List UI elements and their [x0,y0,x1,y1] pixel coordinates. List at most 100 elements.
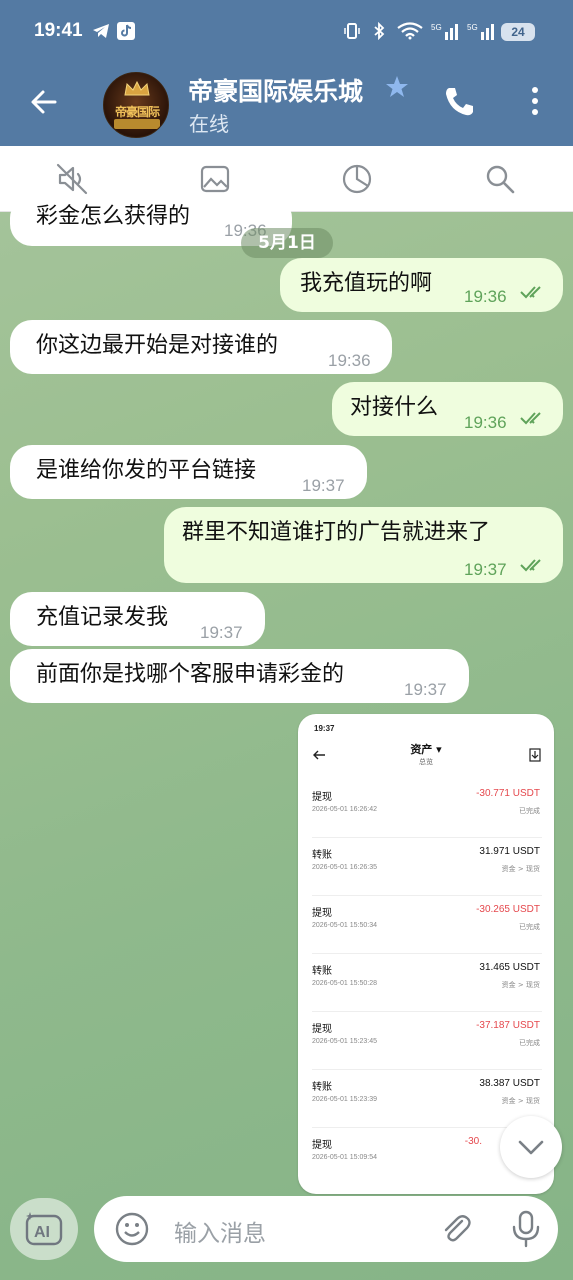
record-row: 提现 2026-05-01 15:50:34 -30.265 USDT 已完成 [312,896,542,954]
record-note: 已完成 [519,807,540,815]
record-type: 转账 [312,1082,332,1093]
message-text: 充值记录发我 [36,605,169,630]
record-amount: -30.265 USDT [476,904,540,915]
chat-title[interactable]: 帝豪国际娱乐城 [188,72,380,108]
record-note: 资金 > 现货 [501,981,540,989]
record-note: 已完成 [519,923,540,931]
message-outgoing[interactable]: 群里不知道谁打的广告就进来了 19:37 [164,507,563,583]
record-amount: 31.465 USDT [479,962,540,973]
record-time: 2026-05-01 15:09:54 [312,1154,377,1161]
record-amount: -37.187 USDT [476,1020,540,1031]
message-text: 是谁给你发的平台链接 [36,458,257,483]
signal-5g-icon: 5G [431,23,458,40]
message-text: 前面你是找哪个客服申请彩金的 [36,662,345,687]
chevron-down-icon [518,1140,544,1155]
ai-icon: AI [25,1212,63,1246]
message-outgoing[interactable]: 我充值玩的啊 19:36 [280,258,563,312]
record-note: 资金 > 现货 [501,1097,540,1105]
double-check-icon [520,559,541,572]
record-time: 2026-05-01 15:23:39 [312,1096,377,1103]
message-incoming[interactable]: 是谁给你发的平台链接 19:37 [10,445,367,499]
record-amount: -30.771 USDT [476,788,540,799]
media-icon[interactable] [197,161,233,197]
record-row: 转账 2026-05-01 16:26:35 31.971 USDT 资金 > … [312,838,542,896]
signal-5g-icon-2: 5G [467,23,494,40]
record-amount: 38.387 USDT [479,1078,540,1089]
message-text: 你这边最开始是对接谁的 [36,333,279,358]
tiktok-icon [117,22,135,40]
message-text: 彩金怎么获得的 [36,204,191,229]
vibrate-icon [344,23,360,39]
more-vertical-icon[interactable] [526,84,544,120]
message-incoming[interactable]: 前面你是找哪个客服申请彩金的 19:37 [10,649,469,703]
message-time: 19:36 [464,413,507,432]
svg-text:5G: 5G [431,23,442,32]
scroll-down-button[interactable] [500,1116,562,1178]
record-type: 提现 [312,908,332,919]
message-outgoing[interactable]: 对接什么 19:36 [332,382,563,436]
message-incoming[interactable]: 充值记录发我 19:37 [10,592,265,646]
message-time: 19:37 [302,476,345,495]
message-text: 我充值玩的啊 [300,271,433,296]
chat-header: 帝豪国际 帝豪国际娱乐城 在线 [0,64,573,146]
record-type: 提现 [312,792,332,803]
svg-text:AI: AI [34,1224,50,1241]
microphone-icon[interactable] [508,1209,544,1249]
date-separator: 5月1日 [241,228,333,258]
battery-indicator: 24 [501,23,535,41]
record-row: 转账 2026-05-01 15:50:28 31.465 USDT 资金 > … [312,954,542,1012]
chat-status: 在线 [189,112,229,136]
phone-icon[interactable] [441,84,477,120]
message-time: 19:36 [464,287,507,306]
shot-download-icon [529,748,541,762]
record-type: 转账 [312,850,332,861]
telegram-icon [93,24,109,38]
record-row: 提现 2026-05-01 16:26:42 -30.771 USDT 已完成 [312,780,542,838]
record-amount: -30. [464,1136,482,1147]
record-time: 2026-05-01 16:26:35 [312,864,377,871]
back-arrow-icon[interactable] [28,86,60,118]
message-time: 19:37 [464,560,507,579]
ai-button[interactable]: AI [10,1198,78,1260]
record-time: 2026-05-01 15:23:45 [312,1038,377,1045]
emoji-icon[interactable] [114,1211,150,1247]
record-type: 提现 [312,1024,332,1035]
record-note: 已完成 [519,1039,540,1047]
crown-icon [124,81,150,96]
attach-icon[interactable] [438,1211,474,1247]
svg-text:5G: 5G [467,23,478,32]
avatar[interactable]: 帝豪国际 [103,72,169,138]
record-row: 转账 2026-05-01 15:23:39 38.387 USDT 资金 > … [312,1070,542,1128]
shot-subtitle: 总览 [419,758,433,766]
stats-icon[interactable] [339,161,375,197]
record-type: 提现 [312,1140,332,1151]
bluetooth-icon [374,22,385,40]
status-bar: 19:41 5G 5G 24 [0,0,573,64]
message-incoming[interactable]: 你这边最开始是对接谁的 19:36 [10,320,392,374]
mute-icon[interactable] [54,161,90,197]
message-text: 对接什么 [350,395,439,420]
status-time: 19:41 [34,20,83,41]
message-time: 19:37 [404,680,447,699]
message-time: 19:36 [328,351,371,370]
message-text: 群里不知道谁打的广告就进来了 [182,520,491,545]
avatar-text: 帝豪国际 [114,105,160,119]
message-input-bar[interactable]: 输入消息 [94,1196,558,1262]
shot-title: 资产 ▾ [410,743,442,756]
search-icon[interactable] [482,161,518,197]
message-input[interactable]: 输入消息 [174,1214,266,1248]
record-amount: 31.971 USDT [479,846,540,857]
double-check-icon [520,286,541,299]
record-time: 2026-05-01 15:50:28 [312,980,377,987]
shot-status-time: 19:37 [314,724,335,733]
record-type: 转账 [312,966,332,977]
star-icon [386,76,408,97]
record-row: 提现 2026-05-01 15:23:45 -37.187 USDT 已完成 [312,1012,542,1070]
double-check-icon [520,412,541,425]
avatar-ribbon [114,119,160,129]
message-time: 19:37 [200,623,243,642]
record-time: 2026-05-01 15:50:34 [312,922,377,929]
wifi-icon [397,22,423,40]
record-note: 资金 > 现货 [501,865,540,873]
record-time: 2026-05-01 16:26:42 [312,806,377,813]
